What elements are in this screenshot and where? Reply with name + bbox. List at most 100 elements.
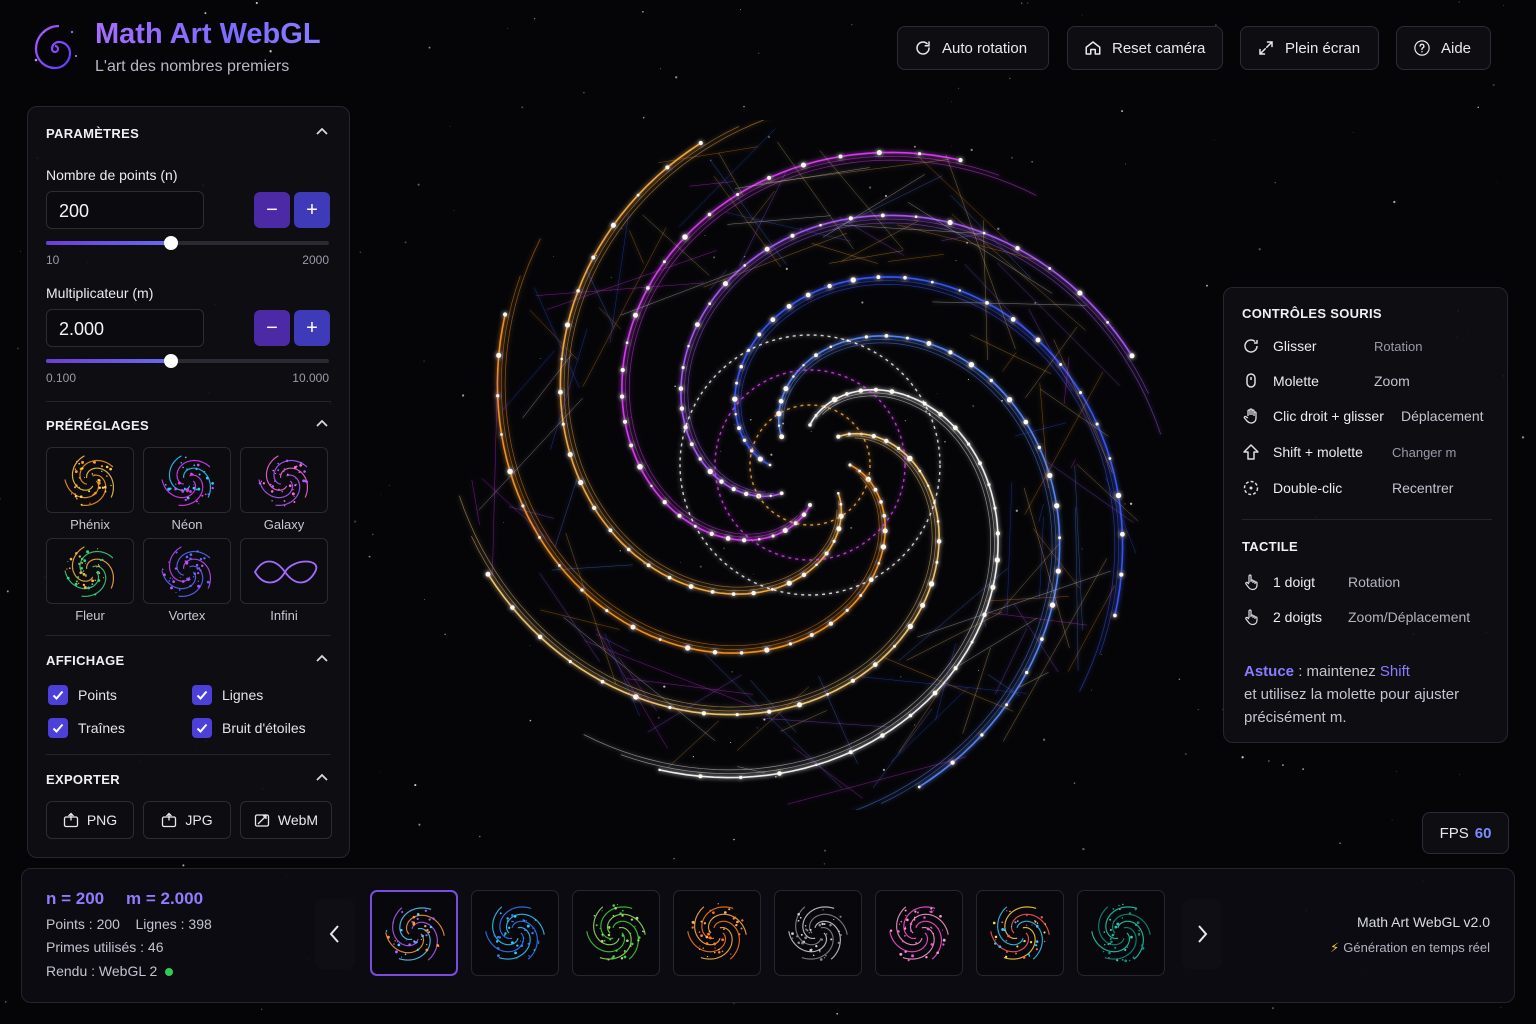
n-decrement-button[interactable]: − <box>254 192 290 228</box>
node-point <box>496 352 502 358</box>
gallery-thumbnail-4[interactable] <box>673 890 761 976</box>
star <box>1082 847 1085 851</box>
spiral-dot <box>607 933 611 937</box>
chevron-right-icon <box>1198 925 1208 943</box>
star <box>1496 181 1498 183</box>
spiral-dot <box>396 941 399 943</box>
auto-rotation-button[interactable]: Auto rotation <box>897 26 1049 70</box>
spiral-arm <box>183 467 211 498</box>
math-art-canvas[interactable] <box>445 120 1175 810</box>
node-point <box>1115 492 1122 499</box>
m-input[interactable]: 2.000 <box>46 309 204 347</box>
spiral-dot <box>1109 942 1111 945</box>
preset-4[interactable] <box>46 538 134 604</box>
gallery-thumbnail-3[interactable] <box>572 890 660 976</box>
fullscreen-label: Plein écran <box>1285 39 1361 57</box>
spiral-dot <box>822 909 824 911</box>
node-point <box>779 434 785 440</box>
chord-line <box>787 756 967 805</box>
spiral-dot <box>1016 945 1019 948</box>
node-point <box>871 433 876 439</box>
chord-line <box>1039 516 1044 599</box>
gallery-preview <box>889 906 949 962</box>
preset-1[interactable] <box>46 447 134 513</box>
spiral-dot <box>188 497 190 500</box>
spiral-dot <box>829 923 832 927</box>
node-point <box>564 322 571 328</box>
chevron-up-icon[interactable] <box>315 652 329 666</box>
m-increment-button[interactable]: + <box>294 310 330 346</box>
gallery-thumbnail-6[interactable] <box>875 890 963 976</box>
chord-line <box>793 747 863 799</box>
spiral-dot <box>705 942 709 946</box>
spiral-dot <box>387 935 390 939</box>
n-input[interactable]: 200 <box>46 191 204 229</box>
points-checkbox[interactable]: Points <box>48 685 117 705</box>
node-point <box>1078 391 1083 395</box>
fullscreen-button[interactable]: Plein écran <box>1240 26 1379 70</box>
spiral-dot <box>800 933 803 936</box>
chord-line <box>727 215 831 225</box>
chord-line <box>951 213 1086 331</box>
spiral-dot <box>821 922 824 926</box>
spiral-dot <box>272 469 274 472</box>
node-point <box>567 451 573 458</box>
star-noise-label: Bruit d'étoiles <box>222 720 306 736</box>
spiral-dot <box>91 583 94 586</box>
preset-label: Vortex <box>168 608 206 623</box>
export-webm-button[interactable]: WebM <box>240 801 332 839</box>
spiral-dot <box>534 930 536 932</box>
chord-line <box>1002 558 1108 742</box>
n-stat: n = 200 <box>46 889 105 908</box>
gallery-thumbnail-5[interactable] <box>774 890 862 976</box>
spiral-dot <box>937 928 939 930</box>
n-slider-thumb[interactable] <box>163 236 178 250</box>
preset-2[interactable] <box>143 447 231 513</box>
preset-6[interactable] <box>240 538 328 604</box>
m-decrement-button[interactable]: − <box>254 310 290 346</box>
star <box>359 251 361 253</box>
help-button[interactable]: Aide <box>1396 26 1491 70</box>
spiral-dot <box>97 579 101 582</box>
spiral-dot <box>1104 944 1106 946</box>
export-jpg-button[interactable]: JPG <box>143 801 231 839</box>
n-slider[interactable] <box>46 236 329 250</box>
spiral-dot <box>889 929 893 932</box>
node-point <box>987 483 991 487</box>
spiral-dot <box>94 579 96 582</box>
spiral-dot <box>185 555 189 559</box>
spiral-dot <box>1004 955 1008 958</box>
reset-camera-button[interactable]: Reset caméra <box>1067 26 1223 70</box>
star-noise-checkbox[interactable]: Bruit d'étoiles <box>192 718 306 738</box>
node-point <box>926 341 932 346</box>
gallery-thumbnail-8[interactable] <box>1077 890 1165 976</box>
node-point <box>681 366 685 370</box>
chevron-up-icon[interactable] <box>315 417 329 431</box>
spiral-dot <box>428 918 431 921</box>
m-slider[interactable] <box>46 354 329 368</box>
node-point <box>769 494 772 498</box>
spiral-dot <box>207 493 210 495</box>
gallery-thumbnail-7[interactable] <box>976 890 1064 976</box>
trails-checkbox[interactable]: Traînes <box>48 718 125 738</box>
m-slider-thumb[interactable] <box>163 354 178 368</box>
n-increment-button[interactable]: + <box>294 192 330 228</box>
preset-3[interactable] <box>240 447 328 513</box>
preset-5[interactable] <box>143 538 231 604</box>
gallery-thumbnail-2[interactable] <box>471 890 559 976</box>
chevron-up-icon[interactable] <box>315 125 329 139</box>
node-point <box>683 425 688 430</box>
export-png-button[interactable]: PNG <box>46 801 134 839</box>
star <box>823 849 827 852</box>
gallery-next-button[interactable] <box>1182 899 1222 969</box>
node-point <box>958 157 963 163</box>
chevron-up-icon[interactable] <box>315 771 329 785</box>
gallery-prev-button[interactable] <box>315 899 355 969</box>
star <box>1339 842 1341 844</box>
lines-checkbox[interactable]: Lignes <box>192 685 263 705</box>
spiral-dot <box>164 484 167 486</box>
node-point <box>608 528 613 533</box>
spiral-dot <box>413 940 416 943</box>
render-stat: Rendu : WebGL 2 <box>46 963 174 979</box>
gallery-thumbnail-1[interactable] <box>370 890 458 976</box>
